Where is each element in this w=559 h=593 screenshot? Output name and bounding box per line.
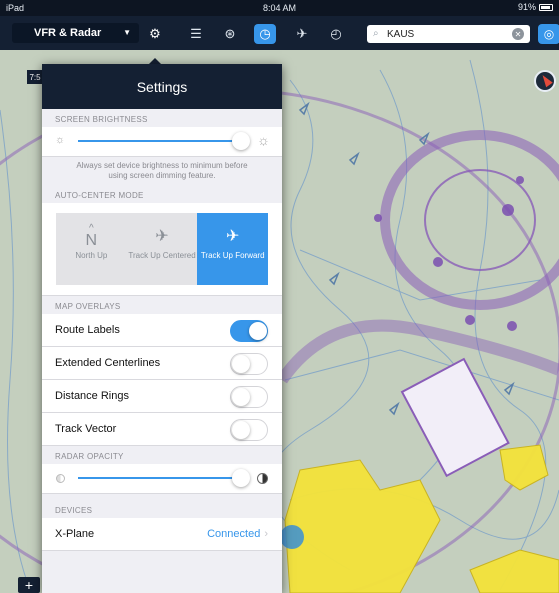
- brightness-row: ☼ ☼: [42, 127, 282, 157]
- search-icon: ⌕: [373, 28, 379, 39]
- track-arrow-button[interactable]: ✈: [291, 24, 313, 44]
- sun-large-icon: ☼: [257, 132, 270, 148]
- device-status: Connected ›: [207, 528, 268, 540]
- mode-track-up-forward[interactable]: ✈ Track Up Forward: [197, 213, 269, 285]
- airplane-arrow-icon: ✈: [296, 26, 308, 41]
- section-header-map-overlays: MAP OVERLAYS: [55, 302, 121, 311]
- overlay-label: Distance Rings: [55, 390, 129, 402]
- overlay-label: Track Vector: [55, 423, 117, 435]
- high-opacity-icon: [257, 473, 268, 484]
- overlay-label: Extended Centerlines: [55, 357, 161, 369]
- locate-button[interactable]: ◎: [538, 24, 559, 44]
- airplane-icon: ✈: [225, 228, 240, 245]
- overlay-row-route-labels: Route Labels: [42, 314, 282, 347]
- status-time: 8:04 AM: [262, 3, 297, 13]
- clock-icon: ◷: [259, 26, 271, 41]
- search-value: KAUS: [387, 28, 415, 40]
- mode-label: Track Up Forward: [200, 251, 265, 260]
- timer-button[interactable]: ◴: [325, 24, 347, 44]
- battery-icon: [539, 3, 553, 11]
- map-toolbar: VFR & Radar ▼ ⚙ ☰ ⊛ ◷ ✈ ◴ ⌕ KAUS ✕ ◎: [0, 16, 559, 50]
- section-header-radar-opacity: RADAR OPACITY: [55, 452, 124, 461]
- gear-icon: ⚙: [149, 26, 161, 41]
- chevron-down-icon: ▼: [123, 28, 131, 37]
- compass-icon[interactable]: [534, 70, 556, 92]
- brightness-note: Always set device brightness to minimum …: [76, 161, 248, 180]
- map-layer-label: VFR & Radar: [34, 27, 102, 39]
- zoom-in-button[interactable]: +: [18, 577, 40, 593]
- brightness-slider-knob[interactable]: [232, 132, 250, 150]
- side-tab[interactable]: 7:5: [27, 70, 43, 84]
- low-opacity-icon: [56, 474, 65, 483]
- section-header-devices: DEVICES: [55, 506, 93, 515]
- overlay-row-track-vector: Track Vector: [42, 413, 282, 446]
- route-labels-toggle[interactable]: [230, 320, 268, 342]
- section-header-brightness: SCREEN BRIGHTNESS: [55, 115, 148, 124]
- auto-center-button[interactable]: ◷: [254, 24, 276, 44]
- settings-title: Settings: [42, 64, 282, 109]
- radar-opacity-slider[interactable]: [78, 469, 250, 487]
- mode-label: North Up: [75, 251, 108, 260]
- radar-opacity-slider-knob[interactable]: [232, 469, 250, 487]
- device-status-text: Connected: [207, 528, 261, 540]
- map-layer-selector[interactable]: VFR & Radar ▼: [12, 23, 139, 43]
- mode-label: Track Up Centered: [128, 251, 196, 260]
- overlay-row-distance-rings: Distance Rings: [42, 380, 282, 413]
- timer-icon: ◴: [330, 26, 342, 41]
- battery-indicator: 91%: [518, 2, 553, 12]
- device-name: X-Plane: [55, 528, 95, 540]
- chevron-right-icon: ›: [264, 528, 268, 540]
- status-bar: iPad 8:04 AM 91%: [0, 0, 559, 16]
- distance-rings-toggle[interactable]: [230, 386, 268, 408]
- device-row-x-plane[interactable]: X-Plane Connected ›: [42, 518, 282, 551]
- airport-search-input[interactable]: ⌕ KAUS ✕: [367, 25, 530, 43]
- north-letter: N: [85, 232, 98, 249]
- sun-small-icon: ☼: [55, 134, 66, 146]
- settings-gear-button[interactable]: ⚙: [144, 24, 166, 44]
- clear-search-icon[interactable]: ✕: [512, 28, 524, 40]
- north-arrow-icon: ^ N: [85, 223, 98, 249]
- overlay-label: Route Labels: [55, 324, 120, 336]
- battery-percent: 91%: [517, 2, 536, 12]
- extended-centerlines-toggle[interactable]: [230, 353, 268, 375]
- brightness-slider[interactable]: [78, 132, 250, 150]
- globe-button[interactable]: ⊛: [219, 24, 241, 44]
- globe-icon: ⊛: [224, 26, 236, 41]
- list-view-button[interactable]: ☰: [185, 24, 207, 44]
- overlay-row-extended-centerlines: Extended Centerlines: [42, 347, 282, 380]
- list-icon: ☰: [190, 26, 202, 41]
- mode-track-up-centered[interactable]: ✈ Track Up Centered: [126, 213, 198, 285]
- track-vector-toggle[interactable]: [230, 419, 268, 441]
- crosshair-icon: ◎: [543, 27, 555, 41]
- airplane-icon: ✈: [155, 228, 169, 245]
- section-header-auto-center: AUTO-CENTER MODE: [55, 191, 144, 200]
- auto-center-mode-row: ^ N North Up ✈ Track Up Centered ✈ Track …: [42, 203, 282, 296]
- settings-popover: Settings SCREEN BRIGHTNESS ☼ ☼ Always se…: [42, 64, 282, 593]
- radar-opacity-row: [42, 464, 282, 494]
- mode-north-up[interactable]: ^ N North Up: [56, 213, 127, 285]
